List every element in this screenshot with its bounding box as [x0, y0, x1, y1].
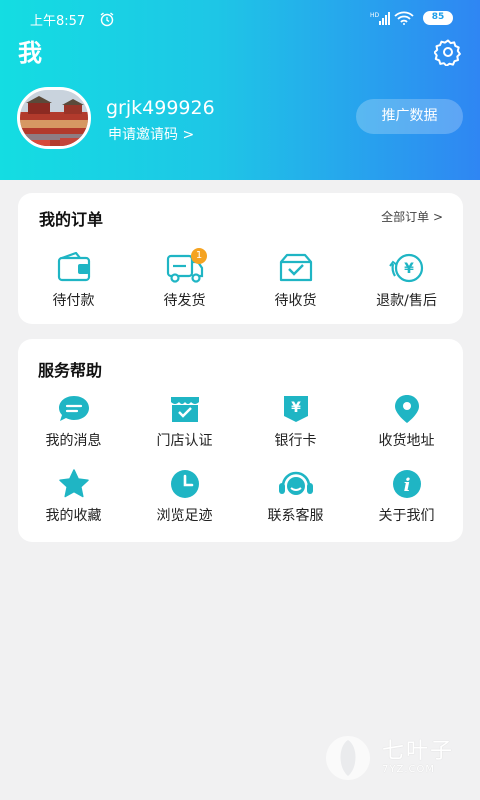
service-item-messages[interactable]: 我的消息	[18, 394, 129, 450]
service-item-label: 我的收藏	[45, 508, 102, 524]
svg-text:¥: ¥	[404, 261, 414, 277]
service-item-address[interactable]: 收货地址	[351, 394, 462, 450]
shipment-count-badge: 1	[191, 248, 207, 264]
invite-code-link[interactable]: 申请邀请码 >	[108, 124, 194, 144]
signal-tag: HD	[370, 12, 380, 19]
username: grjk499926	[106, 97, 215, 119]
service-item-store-auth[interactable]: 门店认证	[129, 394, 240, 450]
gear-icon[interactable]	[434, 38, 462, 66]
orders-card: 我的订单 全部订单 > 待付款 1 待发货 待收货 ¥ 退款/售后	[18, 193, 463, 324]
service-item-label: 联系客服	[267, 508, 324, 524]
inbox-icon	[279, 253, 312, 282]
bank-card-icon: ¥	[283, 396, 308, 422]
service-item-favorites[interactable]: 我的收藏	[18, 469, 129, 525]
svg-text:i: i	[403, 475, 410, 496]
service-item-label: 我的消息	[45, 433, 102, 449]
svg-text:¥: ¥	[291, 400, 301, 416]
order-item-label: 待付款	[52, 293, 95, 309]
avatar-photo	[20, 90, 88, 146]
order-item-pending-shipment[interactable]: 1 待发货	[129, 248, 240, 310]
refund-icon: ¥	[388, 253, 423, 283]
order-item-label: 待收货	[274, 293, 317, 309]
service-item-label: 浏览足迹	[156, 508, 213, 524]
service-item-label: 收货地址	[378, 433, 435, 449]
promo-data-button[interactable]: 推广数据	[356, 99, 463, 134]
wallet-icon	[57, 252, 90, 282]
orders-title: 我的订单	[39, 210, 104, 229]
services-card: 服务帮助 我的消息 门店认证 ¥ 银行卡 收货地址 我的收藏 浏览足迹 联系客服…	[18, 339, 463, 542]
order-item-pending-payment[interactable]: 待付款	[18, 252, 129, 310]
alarm-clock-icon	[100, 12, 114, 27]
order-item-label: 退款/售后	[376, 293, 437, 309]
star-icon	[58, 469, 89, 498]
headset-icon	[278, 471, 313, 495]
service-item-history[interactable]: 浏览足迹	[129, 469, 240, 525]
status-time: 上午8:57	[30, 14, 86, 29]
status-bar: 上午8:57 HD 85	[0, 0, 480, 36]
order-item-pending-receipt[interactable]: 待收货	[240, 252, 351, 310]
service-item-label: 关于我们	[378, 508, 435, 524]
all-orders-link[interactable]: 全部订单 >	[381, 208, 443, 225]
service-item-customer-service[interactable]: 联系客服	[240, 469, 351, 525]
profile-header: 上午8:57 HD 85 我 grjk499926 申请邀请码 > 推广数据	[0, 0, 480, 180]
service-item-bank-card[interactable]: ¥ 银行卡	[240, 394, 351, 450]
watermark-text: 七叶子	[382, 739, 455, 764]
location-pin-icon	[394, 395, 419, 423]
order-item-label: 待发货	[163, 293, 206, 309]
service-item-about[interactable]: i 关于我们	[351, 469, 462, 525]
service-item-label: 门店认证	[156, 433, 213, 449]
store-icon	[170, 397, 199, 422]
avatar[interactable]	[17, 87, 91, 149]
clock-icon	[170, 470, 199, 498]
order-item-refund[interactable]: ¥ 退款/售后	[351, 252, 462, 310]
signal-icon: HD	[370, 12, 390, 25]
service-item-label: 银行卡	[274, 433, 317, 449]
battery-indicator: 85	[423, 11, 453, 25]
info-icon: i	[392, 470, 421, 498]
watermark-subtext: 7YZ.COM	[382, 764, 435, 775]
page-title: 我	[18, 39, 42, 67]
wifi-icon	[394, 11, 414, 25]
message-icon	[58, 396, 89, 421]
services-title: 服务帮助	[38, 361, 103, 380]
